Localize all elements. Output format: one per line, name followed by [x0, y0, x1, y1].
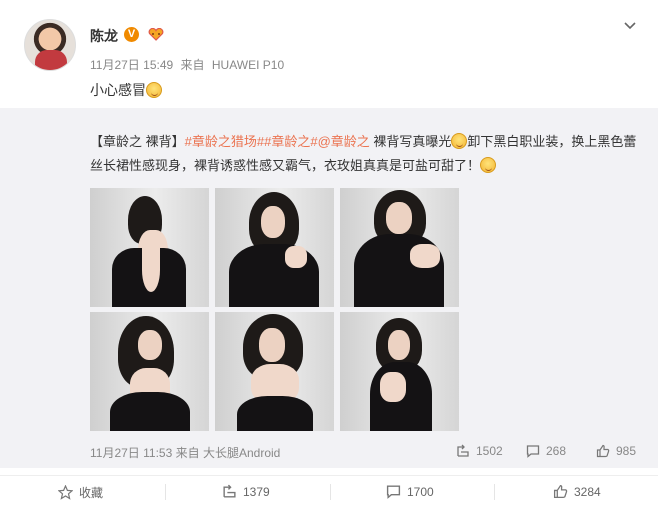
repost-icon	[223, 484, 236, 498]
repost-icon	[457, 444, 469, 457]
post-meta: 11月27日 15:49 来自 HUAWEI P10	[90, 56, 288, 73]
surprised-emoji-icon	[451, 133, 468, 149]
smile-emoji-icon	[480, 157, 497, 173]
source-prefix: 来自	[180, 58, 205, 72]
comment-button[interactable]: 1700	[386, 484, 434, 499]
like-icon	[553, 484, 568, 499]
star-icon	[58, 485, 73, 500]
repost-repost-button[interactable]: 1502	[456, 444, 503, 458]
reposted-content: 【章龄之 裸背】#章龄之猎场##章龄之#@章龄之 裸背写真曝光 卸下黑白职业装，换…	[0, 108, 658, 468]
post-device[interactable]: HUAWEI P10	[212, 58, 284, 72]
weibo-post-card: 陈龙 V 11月27日 15:49 来自 HUAWEI P10 小心感冒 【章龄…	[0, 0, 658, 509]
favorite-button[interactable]: 收藏	[58, 484, 103, 501]
repost-meta: 11月27日 11:53 来自 大长腿Android	[90, 446, 281, 460]
verified-badge-icon: V	[124, 27, 139, 42]
photo-thumbnail[interactable]	[215, 188, 334, 307]
action-bar: 收藏 1379 1700 3284	[0, 475, 658, 509]
repost-date[interactable]: 11月27日 11:53	[90, 446, 172, 460]
repost-device[interactable]: 大长腿Android	[203, 446, 280, 460]
photo-thumbnail[interactable]	[90, 188, 209, 307]
post-text: 小心感冒	[90, 80, 162, 100]
repost-comment-button[interactable]: 268	[526, 444, 566, 458]
comment-icon	[386, 485, 401, 499]
like-button[interactable]: 3284	[553, 484, 601, 499]
hashtag-link[interactable]: #章龄之猎场#	[185, 134, 264, 149]
repost-button[interactable]: 1379	[222, 484, 270, 499]
like-icon	[596, 444, 610, 458]
repost-text: 【章龄之 裸背】#章龄之猎场##章龄之#@章龄之 裸背写真曝光 卸下黑白职业装，换…	[90, 133, 637, 173]
author-name[interactable]: 陈龙	[90, 26, 118, 46]
mention-link[interactable]: @章龄之	[318, 134, 370, 149]
hashtag-link[interactable]: #章龄之#	[264, 134, 317, 149]
post-date[interactable]: 11月27日 15:49	[90, 58, 173, 72]
photo-thumbnail[interactable]	[90, 312, 209, 431]
chevron-down-icon[interactable]	[623, 19, 637, 33]
photo-thumbnail[interactable]	[340, 312, 459, 431]
repost-like-button[interactable]: 985	[596, 444, 636, 458]
comment-icon	[526, 445, 540, 458]
author-avatar[interactable]	[24, 19, 76, 71]
photo-thumbnail[interactable]	[340, 188, 459, 307]
photo-thumbnail[interactable]	[215, 312, 334, 431]
smile-emoji-icon	[146, 82, 162, 98]
heart-badge-icon	[148, 28, 164, 41]
repost-footer: 11月27日 11:53 来自 大长腿Android 1502 268 985	[0, 440, 658, 464]
